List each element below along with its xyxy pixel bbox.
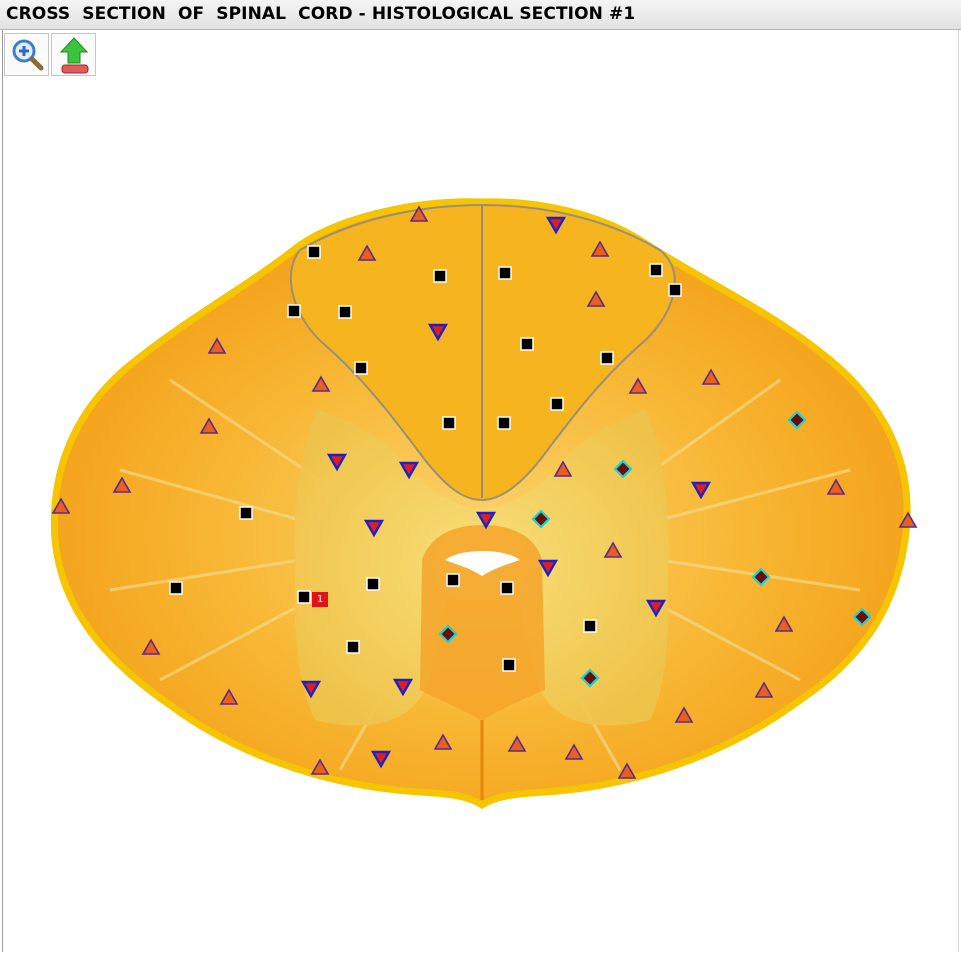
square-marker[interactable]	[433, 269, 447, 283]
square-marker[interactable]	[346, 640, 360, 654]
square-marker[interactable]	[600, 351, 614, 365]
square-marker[interactable]	[338, 305, 352, 319]
square-marker[interactable]	[550, 397, 564, 411]
square-marker[interactable]	[442, 416, 456, 430]
square-marker[interactable]	[307, 245, 321, 259]
square-marker[interactable]	[446, 573, 460, 587]
square-marker[interactable]	[668, 283, 682, 297]
square-marker[interactable]	[498, 266, 512, 280]
square-marker[interactable]	[520, 337, 534, 351]
square-marker[interactable]	[500, 581, 514, 595]
square-marker[interactable]	[287, 304, 301, 318]
square-marker[interactable]	[649, 263, 663, 277]
square-marker[interactable]	[354, 361, 368, 375]
square-marker[interactable]	[366, 577, 380, 591]
square-marker[interactable]	[497, 416, 511, 430]
square-marker[interactable]	[239, 506, 253, 520]
square-marker[interactable]	[583, 619, 597, 633]
square-marker[interactable]	[502, 658, 516, 672]
section-label-badge: 1	[312, 592, 328, 607]
spinal-cord-section-image	[50, 198, 918, 810]
square-marker[interactable]	[169, 581, 183, 595]
square-marker[interactable]	[297, 590, 311, 604]
